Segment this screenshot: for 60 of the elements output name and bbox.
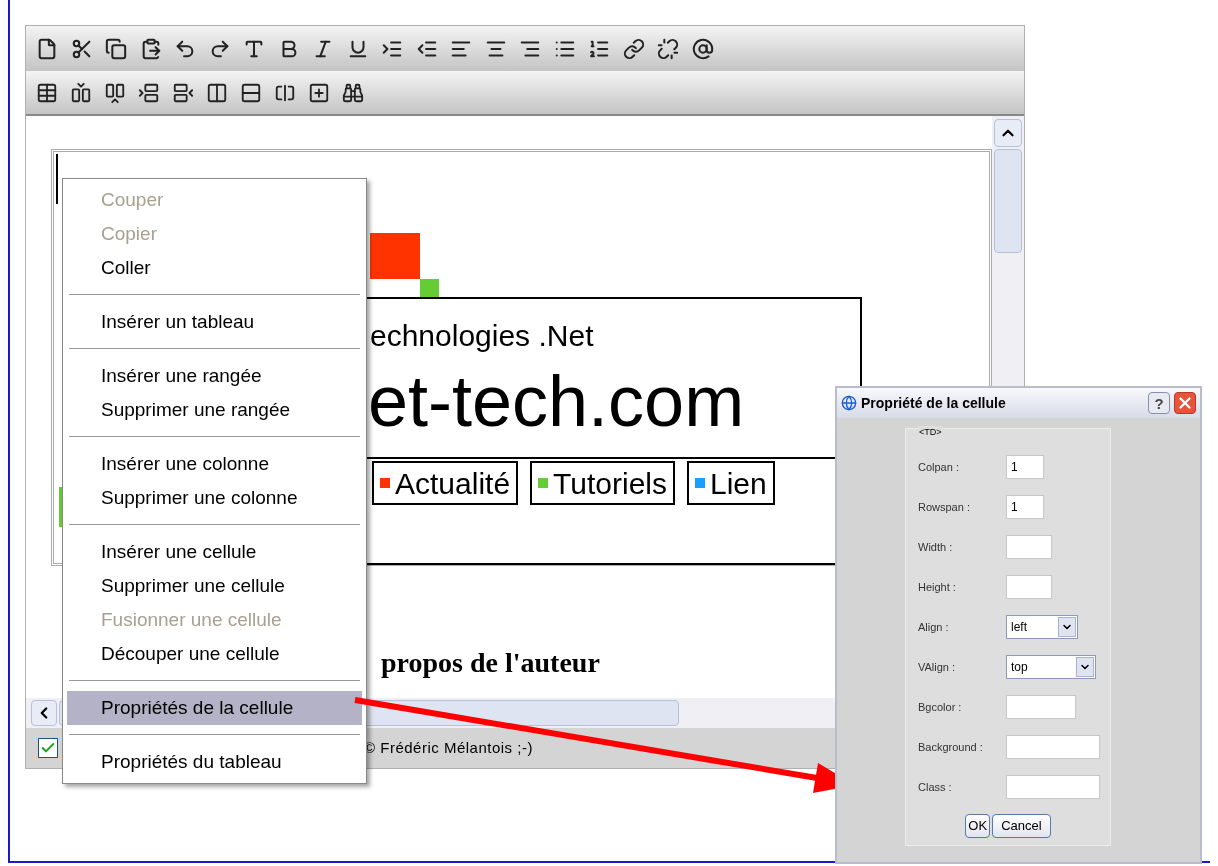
dropdown[interactable]: left — [1006, 615, 1078, 639]
dialog-button[interactable]: Cancel — [992, 814, 1051, 838]
field-label: Rowspan : — [918, 499, 971, 515]
menu-item[interactable]: Propriétés de la cellule — [67, 691, 362, 725]
table-icon[interactable] — [36, 81, 58, 104]
field-label: Align : — [918, 619, 950, 635]
row-insert-icon[interactable] — [138, 81, 160, 104]
field-label: Colpan : — [918, 459, 960, 475]
columns-icon[interactable] — [206, 81, 228, 104]
column-insert-icon[interactable] — [104, 81, 126, 104]
input-field[interactable] — [1006, 535, 1052, 559]
menu-item[interactable]: Supprimer une rangée — [67, 393, 362, 427]
field-label: Width : — [918, 539, 954, 555]
menu-item[interactable]: Découper une cellule — [67, 637, 362, 671]
rows-icon[interactable] — [240, 81, 262, 104]
help-button[interactable]: ? — [1148, 392, 1170, 414]
site-logo-text: et-tech.com — [368, 365, 745, 437]
input-field[interactable] — [1006, 695, 1076, 719]
column-insert-icon[interactable] — [70, 81, 92, 104]
nav-link[interactable]: Tutoriels — [530, 461, 675, 505]
close-button[interactable] — [1174, 392, 1196, 414]
logo-drawing — [370, 233, 439, 297]
input-field[interactable]: 1 — [1006, 455, 1044, 479]
input-field[interactable]: 1 — [1006, 495, 1044, 519]
dialog-button[interactable]: OK — [965, 814, 991, 838]
site-subtitle: echnologies .Net — [370, 321, 595, 351]
nav-link[interactable]: Lien — [687, 461, 775, 505]
heading: propos de l'auteur — [381, 646, 600, 680]
field-label: Background : — [918, 739, 984, 755]
field-label: Bgcolor : — [918, 699, 963, 715]
row-insert-icon[interactable] — [172, 81, 194, 104]
link-icon[interactable] — [622, 37, 645, 60]
input-field[interactable] — [1006, 775, 1100, 799]
dropdown[interactable]: top — [1006, 655, 1096, 679]
field-label: Class : — [918, 779, 953, 795]
checkbox[interactable] — [38, 738, 58, 758]
new-document-icon[interactable] — [36, 37, 58, 60]
menu-item[interactable]: Coller — [67, 251, 362, 285]
nav-link[interactable]: Actualité — [372, 461, 519, 505]
browser-icon — [841, 395, 857, 411]
at-sign-icon[interactable] — [691, 37, 714, 60]
menu-item[interactable]: Insérer une cellule — [67, 535, 362, 569]
menu-item[interactable]: Insérer une colonne — [67, 447, 362, 481]
dialog-title: Propriété de la cellule — [861, 393, 1006, 413]
copy-icon[interactable] — [105, 37, 127, 60]
scissors-icon[interactable] — [70, 37, 93, 60]
menu-item[interactable]: Insérer un tableau — [67, 305, 362, 339]
menu-item[interactable]: Supprimer une cellule — [67, 569, 362, 603]
field-label: Height : — [918, 579, 957, 595]
menu-item[interactable]: Propriétés du tableau — [67, 745, 362, 779]
add-cell-icon[interactable] — [308, 81, 330, 104]
input-field[interactable] — [1006, 735, 1100, 759]
unlink-icon[interactable] — [657, 37, 679, 60]
menu-item[interactable]: Supprimer une colonne — [67, 481, 362, 515]
menu-item[interactable]: Insérer une rangée — [67, 359, 362, 393]
binoculars-icon[interactable] — [342, 81, 364, 104]
close-icon — [1176, 394, 1194, 412]
scrollbar-thumb[interactable] — [994, 149, 1022, 253]
input-field[interactable] — [1006, 575, 1052, 599]
field-label: VAlign : — [918, 659, 957, 675]
